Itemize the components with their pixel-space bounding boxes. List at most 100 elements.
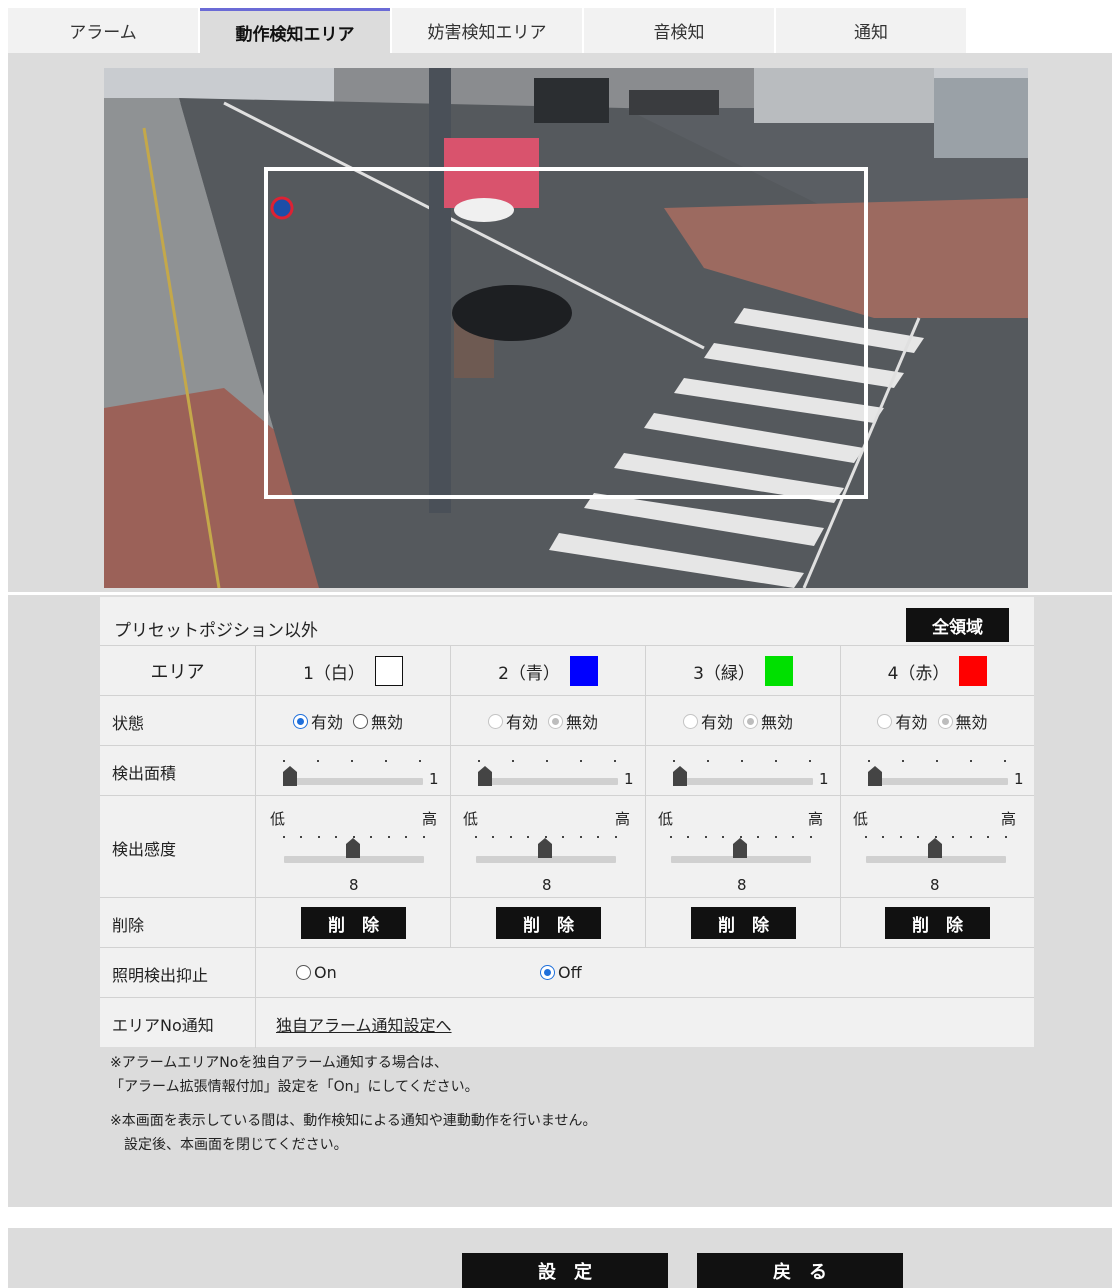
slider-thumb[interactable] bbox=[733, 838, 747, 858]
sensitivity-high-label: 高 bbox=[615, 810, 631, 828]
radio-icon bbox=[682, 713, 698, 729]
area-4-header: 4（赤） bbox=[840, 646, 1034, 696]
area-1-status-disabled[interactable]: 無効 bbox=[353, 709, 403, 733]
area-3-detection-area-slider[interactable]: 1 bbox=[671, 756, 831, 788]
area-4-status-enabled[interactable]: 有効 bbox=[877, 709, 928, 733]
area-2-sensitivity: 低 高 8 bbox=[450, 796, 645, 898]
tick-mark bbox=[388, 836, 390, 838]
area-3-status: 有効 無効 bbox=[645, 696, 840, 746]
area-2-status: 有効 無効 bbox=[450, 696, 645, 746]
tick-mark bbox=[562, 836, 564, 838]
slider-thumb[interactable] bbox=[538, 838, 552, 858]
tick-mark bbox=[865, 836, 867, 838]
area-2-sensitivity-slider[interactable] bbox=[473, 830, 633, 870]
tick-mark bbox=[882, 836, 884, 838]
tick-mark bbox=[580, 836, 582, 838]
area-4-delete-cell: 削 除 bbox=[840, 898, 1034, 948]
light-suppression-on[interactable]: On bbox=[296, 963, 337, 982]
area-4-detection-area-value: 1 bbox=[1014, 770, 1024, 788]
sensitivity-label: 検出感度 bbox=[112, 840, 177, 859]
tick-mark bbox=[917, 836, 919, 838]
slider-track bbox=[673, 778, 813, 785]
tick-mark bbox=[902, 760, 904, 762]
area-2-status-enabled[interactable]: 有効 bbox=[487, 709, 538, 733]
slider-thumb[interactable] bbox=[928, 838, 942, 858]
row-area-no-notify: エリアNo通知 独自アラーム通知設定へ bbox=[100, 997, 1034, 1048]
slider-thumb[interactable] bbox=[478, 766, 492, 786]
radio-icon bbox=[487, 713, 503, 729]
slider-thumb[interactable] bbox=[346, 838, 360, 858]
area-3-status-disabled[interactable]: 無効 bbox=[743, 709, 793, 733]
area-header-label: エリア bbox=[150, 662, 205, 683]
slider-thumb[interactable] bbox=[868, 766, 882, 786]
tick-mark bbox=[775, 836, 777, 838]
area-1-detection-area-slider[interactable]: 1 bbox=[281, 756, 441, 788]
area-2-detection-area-slider[interactable]: 1 bbox=[476, 756, 636, 788]
area-4-detection-area-slider[interactable]: 1 bbox=[866, 756, 1026, 788]
tab-notification[interactable]: 通知 bbox=[776, 8, 966, 53]
tick-mark bbox=[707, 760, 709, 762]
radio-icon bbox=[877, 713, 893, 729]
tick-mark bbox=[492, 836, 494, 838]
tab-audio-detection[interactable]: 音検知 bbox=[584, 8, 774, 53]
area-1-status-enabled[interactable]: 有効 bbox=[292, 709, 343, 733]
area-2-delete-button[interactable]: 削 除 bbox=[496, 907, 601, 939]
area-3-status-enabled[interactable]: 有効 bbox=[682, 709, 733, 733]
tab-alarm[interactable]: アラーム bbox=[8, 8, 198, 53]
area-1-sensitivity-slider[interactable] bbox=[281, 830, 441, 870]
tick-mark bbox=[722, 836, 724, 838]
radio-icon bbox=[937, 713, 953, 729]
area-4-detection-area: 1 bbox=[840, 746, 1034, 796]
note-line-1: ※アラームエリアNoを独自アラーム通知する場合は、 bbox=[110, 1055, 448, 1071]
tick-mark bbox=[757, 836, 759, 838]
area-4-delete-button[interactable]: 削 除 bbox=[885, 907, 990, 939]
tick-mark bbox=[809, 760, 811, 762]
area-4-sensitivity: 低 高 8 bbox=[840, 796, 1034, 898]
tick-mark bbox=[510, 836, 512, 838]
area-4-sensitivity-slider[interactable] bbox=[863, 830, 1023, 870]
tick-mark bbox=[527, 836, 529, 838]
tick-mark bbox=[970, 760, 972, 762]
tick-mark bbox=[318, 836, 320, 838]
sensitivity-high-label: 高 bbox=[808, 810, 824, 828]
detection-area-label: 検出面積 bbox=[112, 764, 177, 783]
slider-track bbox=[283, 778, 423, 785]
row-light-suppression: 照明検出抑止 On Off bbox=[100, 947, 1034, 998]
area-1-label: 1（白） bbox=[303, 663, 365, 684]
area-4-color-swatch bbox=[959, 656, 988, 686]
area-no-notify-cell: 独自アラーム通知設定へ bbox=[255, 998, 1034, 1048]
tick-mark bbox=[740, 836, 742, 838]
tick-mark bbox=[952, 836, 954, 838]
area-1-delete-button[interactable]: 削 除 bbox=[301, 907, 406, 939]
tab-tamper-detection-area[interactable]: 妨害検知エリア bbox=[392, 8, 582, 53]
area-1-delete-cell: 削 除 bbox=[255, 898, 450, 948]
radio-icon bbox=[540, 965, 555, 980]
sensitivity-low-label: 低 bbox=[463, 810, 479, 828]
radio-icon bbox=[743, 713, 758, 729]
tick-mark bbox=[705, 836, 707, 838]
sensitivity-high-label: 高 bbox=[1001, 810, 1017, 828]
slider-thumb[interactable] bbox=[673, 766, 687, 786]
tick-mark bbox=[670, 836, 672, 838]
note-line-2: 「アラーム拡張情報付加」設定を「On」にしてください。 bbox=[110, 1079, 479, 1095]
note-line-3: ※本画面を表示している間は、動作検知による通知や連動動作を行いません。 bbox=[110, 1113, 597, 1129]
separator bbox=[8, 592, 1112, 595]
slider-thumb[interactable] bbox=[283, 766, 297, 786]
camera-preview[interactable] bbox=[104, 68, 1028, 588]
area-2-status-disabled[interactable]: 無効 bbox=[548, 709, 598, 733]
area-3-detection-area: 1 bbox=[645, 746, 840, 796]
back-button[interactable]: 戻 る bbox=[697, 1253, 903, 1288]
custom-alarm-notification-link[interactable]: 独自アラーム通知設定へ bbox=[276, 1012, 452, 1036]
tick-mark bbox=[353, 836, 355, 838]
area-3-detection-area-value: 1 bbox=[819, 770, 829, 788]
tick-mark bbox=[741, 760, 743, 762]
tab-motion-detection-area[interactable]: 動作検知エリア bbox=[200, 8, 390, 53]
status-label: 状態 bbox=[112, 714, 145, 733]
set-button[interactable]: 設 定 bbox=[462, 1253, 668, 1288]
area-3-sensitivity-slider[interactable] bbox=[668, 830, 828, 870]
area-4-status-disabled[interactable]: 無効 bbox=[937, 709, 988, 733]
full-area-button[interactable]: 全領域 bbox=[906, 608, 1009, 642]
area-3-delete-button[interactable]: 削 除 bbox=[691, 907, 796, 939]
tick-mark bbox=[545, 836, 547, 838]
light-suppression-off[interactable]: Off bbox=[540, 963, 582, 982]
